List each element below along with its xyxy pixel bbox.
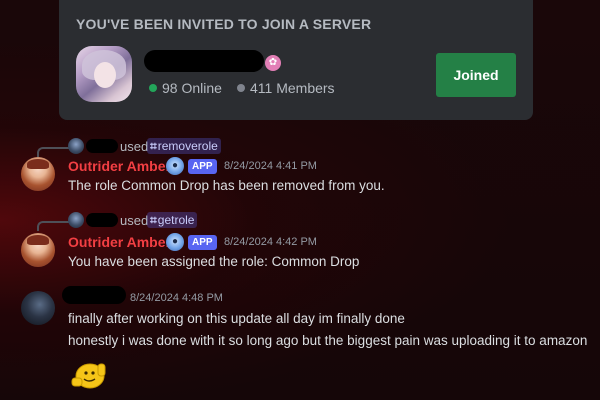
message-timestamp[interactable]: 8/24/2024 4:41 PM <box>224 160 317 172</box>
server-icon-face-shape <box>94 62 116 88</box>
members-count: 411 Members <box>237 80 335 96</box>
thumbs-up-emoji-sticker[interactable] <box>68 358 110 392</box>
slash-command-label: getrole <box>157 213 195 227</box>
message-text: honestly i was done with it so long ago … <box>68 333 588 348</box>
avatar[interactable] <box>21 157 55 191</box>
slash-command-icon: ⌗ <box>150 213 157 227</box>
app-tag: APP <box>188 235 217 250</box>
members-dot-icon <box>237 84 245 92</box>
members-count-label: 411 Members <box>250 80 335 96</box>
robot-emoji-icon: ● <box>166 233 184 251</box>
invite-header: YOU'VE BEEN INVITED TO JOIN A SERVER <box>76 16 372 32</box>
slash-command-mention[interactable]: ⌗getrole <box>147 212 198 228</box>
avatar[interactable] <box>21 291 55 325</box>
server-name-redacted <box>144 50 264 72</box>
joined-button[interactable]: Joined <box>436 53 516 97</box>
slash-command-icon: ⌗ <box>150 139 157 153</box>
reply-avatar[interactable] <box>68 212 84 228</box>
reply-used-text: used <box>120 213 149 228</box>
message-author-redacted[interactable] <box>62 286 126 304</box>
partner-flower-icon: ✿ <box>265 55 281 71</box>
message-text: finally after working on this update all… <box>68 311 405 326</box>
message-timestamp[interactable]: 8/24/2024 4:42 PM <box>224 236 317 248</box>
message-author[interactable]: Outrider Amber <box>68 234 171 250</box>
online-count-label: 98 Online <box>162 80 222 96</box>
robot-emoji-icon: ● <box>166 157 184 175</box>
reply-avatar[interactable] <box>68 138 84 154</box>
slash-command-label: removerole <box>157 139 218 153</box>
server-icon[interactable] <box>76 46 132 102</box>
reply-username-redacted[interactable] <box>86 213 118 227</box>
online-dot-icon <box>149 84 157 92</box>
message-text: The role Common Drop has been removed fr… <box>68 178 385 193</box>
app-tag: APP <box>188 159 217 174</box>
message-text: You have been assigned the role: Common … <box>68 254 360 269</box>
online-count: 98 Online <box>149 80 222 96</box>
reply-used-text: used <box>120 139 149 154</box>
reply-spine <box>37 221 69 231</box>
server-invite-card: YOU'VE BEEN INVITED TO JOIN A SERVER ✿ 9… <box>59 0 533 120</box>
message-timestamp[interactable]: 8/24/2024 4:48 PM <box>130 292 223 304</box>
message-author[interactable]: Outrider Amber <box>68 158 171 174</box>
avatar[interactable] <box>21 233 55 267</box>
slash-command-mention[interactable]: ⌗removerole <box>147 138 221 154</box>
reply-username-redacted[interactable] <box>86 139 118 153</box>
reply-spine <box>37 147 69 157</box>
